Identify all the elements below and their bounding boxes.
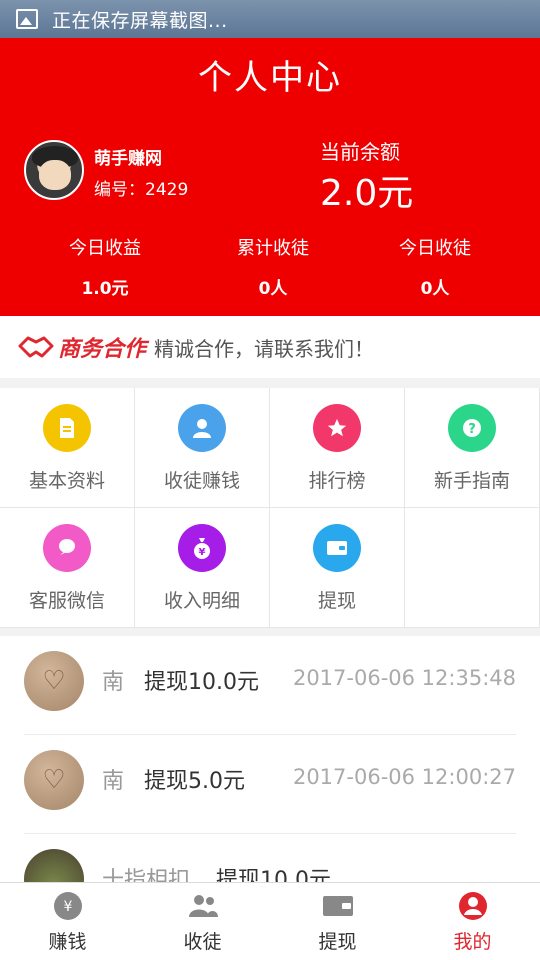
record-avatar: ♡ [24,750,84,810]
bottom-tab-bar: ¥ 赚钱 收徒 提现 我的 [0,882,540,960]
tab-label: 我的 [453,931,492,953]
menu-label: 收徒赚钱 [163,470,240,492]
menu-label: 提现 [317,590,356,612]
handshake-icon [18,336,54,358]
money-bag-icon: ¥ [178,524,226,572]
withdraw-records-list: ♡ 南 提现10.0元 2017-06-06 12:35:48 ♡ 南 提现5.… [0,636,540,882]
record-time: 2017-06-06 12:00:27 [292,765,516,789]
menu-recruit[interactable]: 收徒赚钱 [135,388,270,508]
menu-label: 基本资料 [28,470,105,492]
profile-header: 个人中心 萌手赚网 编号：2429 当前余额 2.0元 今日收益 1.0元 累计… [0,38,540,316]
business-cooperation-banner[interactable]: 商务合作 精诚合作，请联系我们！ [0,316,540,378]
record-name: 十指相扣 [102,868,191,882]
status-bar: 正在保存屏幕截图... [0,0,540,38]
stat-label: 今日收徒 [399,238,471,259]
menu-guide[interactable]: ? 新手指南 [405,388,540,508]
list-item[interactable]: ♡ 南 提现5.0元 2017-06-06 12:00:27 [24,735,516,834]
stat-value: 1.0元 [81,279,129,299]
wallet-icon [313,524,361,572]
person-icon [178,404,226,452]
username: 萌手赚网 [94,149,162,169]
user-circle-icon [457,891,489,921]
star-icon [313,404,361,452]
yen-icon: ¥ [52,891,84,921]
svg-text:¥: ¥ [199,547,206,558]
menu-ranking[interactable]: 排行榜 [270,388,405,508]
image-icon [16,9,38,29]
menu-label: 新手指南 [433,470,510,492]
menu-income-detail[interactable]: ¥ 收入明细 [135,508,270,628]
function-grid: 基本资料 收徒赚钱 排行榜 ? 新手指南 客服微信 ¥ 收入明细 提现 [0,388,540,628]
menu-withdraw[interactable]: 提现 [270,508,405,628]
page-title: 个人中心 [198,58,342,98]
menu-label: 收入明细 [163,590,240,612]
question-icon: ? [448,404,496,452]
avatar[interactable] [24,140,84,200]
balance-value: 2.0元 [320,173,414,214]
svg-text:?: ? [468,422,476,437]
list-item[interactable]: ♡ 南 提现10.0元 2017-06-06 12:35:48 [24,636,516,735]
svg-text:¥: ¥ [63,899,72,915]
user-id: 编号：2429 [94,180,189,200]
record-amount: 提现10.0元 [144,670,259,695]
record-name: 南 [102,769,125,794]
business-desc: 精诚合作，请联系我们！ [154,336,375,361]
tab-label: 赚钱 [48,931,87,953]
stat-label: 累计收徒 [237,238,309,259]
group-icon [187,891,219,921]
chat-icon [43,524,91,572]
menu-empty-cell [405,508,540,628]
tab-withdraw[interactable]: 提现 [270,883,405,960]
record-amount: 提现10.0元 [216,868,331,882]
record-time: 2017-06-06 12:35:48 [292,666,516,690]
menu-basic-info[interactable]: 基本资料 [0,388,135,508]
balance-label: 当前余额 [320,140,400,164]
wallet-icon [322,891,354,921]
list-item[interactable]: 十指相扣 提现10.0元 [24,834,516,882]
tab-mine[interactable]: 我的 [405,883,540,960]
stat-today-apprentices: 今日收徒 0人 [345,234,525,299]
stat-label: 今日收益 [69,238,141,259]
stat-value: 0人 [420,279,450,299]
business-title: 商务合作 [58,337,147,362]
tab-earn[interactable]: ¥ 赚钱 [0,883,135,960]
tab-recruit[interactable]: 收徒 [135,883,270,960]
status-text: 正在保存屏幕截图... [52,9,228,32]
stat-today-income: 今日收益 1.0元 [15,234,195,299]
stat-value: 0人 [258,279,288,299]
record-name: 南 [102,670,125,695]
document-icon [43,404,91,452]
menu-wechat-service[interactable]: 客服微信 [0,508,135,628]
tab-label: 收徒 [183,931,222,953]
record-amount: 提现5.0元 [144,769,245,794]
avatar-face [39,160,71,190]
record-avatar [24,849,84,882]
stat-total-apprentices: 累计收徒 0人 [183,234,363,299]
record-avatar: ♡ [24,651,84,711]
menu-label: 客服微信 [28,590,105,612]
tab-label: 提现 [318,931,357,953]
menu-label: 排行榜 [308,470,366,492]
